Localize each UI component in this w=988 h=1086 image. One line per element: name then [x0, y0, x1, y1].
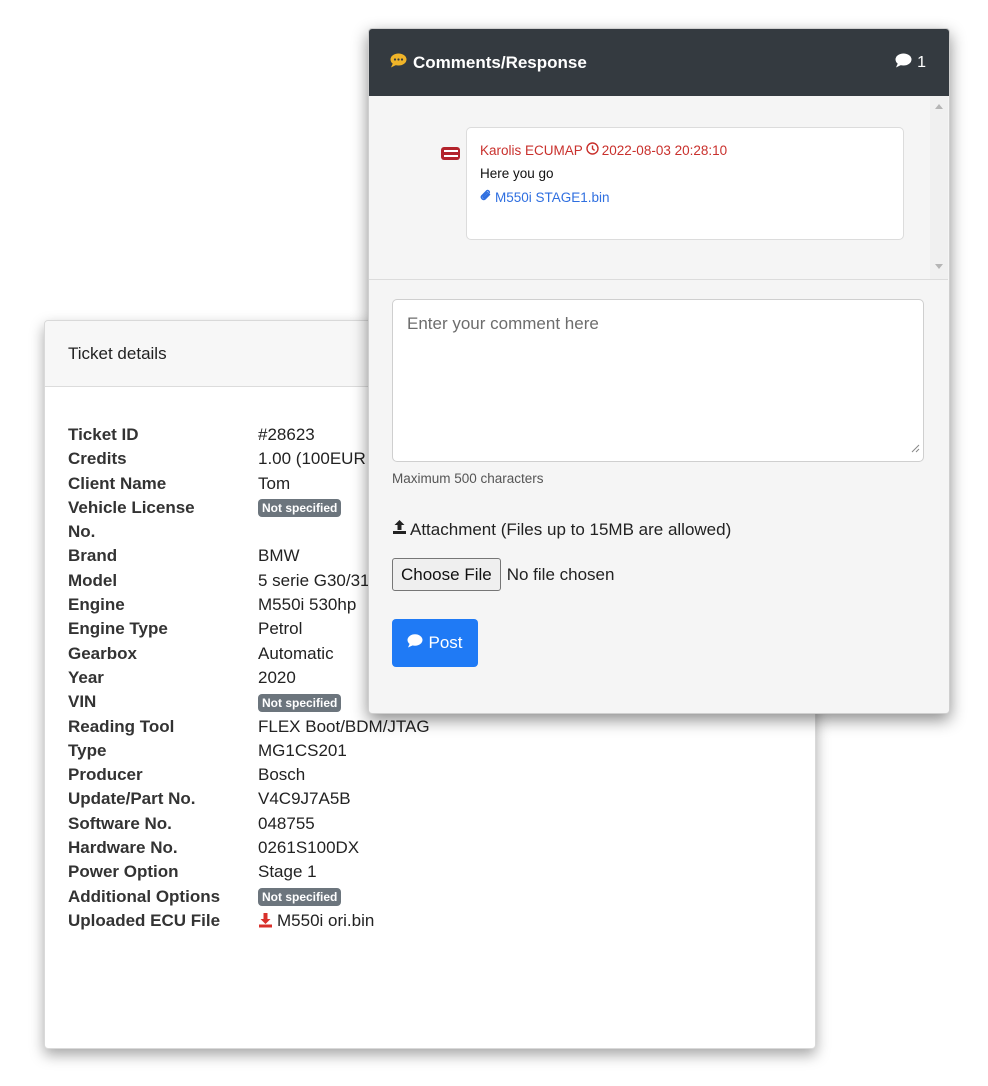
ticket-detail-label: Uploaded ECU File [68, 910, 221, 930]
paperclip-icon [480, 189, 492, 205]
download-icon [258, 911, 273, 935]
comment-attachment-name: M550i STAGE1.bin [495, 189, 610, 205]
ecumap-logo-icon [441, 147, 460, 165]
choose-file-button[interactable]: Choose File [392, 558, 501, 591]
ticket-detail-row: Update/Part No. V4C9J7A5B [68, 787, 805, 811]
file-input[interactable]: Choose File No file chosen [392, 558, 614, 591]
comment-attachment-link[interactable]: M550i STAGE1.bin [480, 189, 890, 205]
no-file-chosen-text: No file chosen [506, 564, 615, 584]
post-button[interactable]: Post [392, 619, 478, 667]
comment-text: Here you go [480, 166, 554, 181]
ticket-detail-value: MG1CS201 [258, 740, 347, 760]
ticket-detail-row: Reading Tool FLEX Boot/BDM/JTAG [68, 715, 805, 739]
comment-meta: Karolis ECUMAP 2022-08-03 20:28:10 [480, 142, 890, 158]
ticket-detail-label: Type [68, 740, 107, 760]
ticket-detail-value: M550i 530hp [258, 595, 357, 615]
ticket-detail-value: 0261S100DX [258, 838, 360, 858]
ticket-detail-value: Stage 1 [258, 862, 317, 882]
comments-title: Comments/Response [413, 52, 587, 72]
ticket-detail-label: Power Option [68, 862, 179, 882]
ticket-detail-value: 2020 [258, 667, 296, 687]
ticket-detail-label: Engine [68, 595, 125, 615]
ticket-detail-label: VIN [68, 692, 97, 712]
ticket-detail-label: Ticket ID [68, 425, 139, 444]
thread-scrollbar[interactable] [930, 96, 948, 279]
comment-author: Karolis ECUMAP [480, 142, 583, 158]
ticket-detail-value: 5 serie G30/31 [258, 570, 370, 590]
status-badge: Not specified [258, 888, 342, 907]
ticket-detail-label: Additional Options [68, 886, 221, 906]
comment-input-placeholder: Enter your comment here [407, 314, 599, 333]
not-specified-badge: Not specified [258, 690, 342, 714]
ticket-detail-label: Vehicle License No. [68, 497, 195, 542]
ticket-detail-label: Credits [68, 449, 127, 469]
clock-icon [586, 142, 599, 158]
comments-header: Comments/Response 1 [369, 29, 949, 96]
status-badge: Not specified [258, 499, 342, 518]
ticket-detail-label: Client Name [68, 473, 167, 493]
ticket-detail-value: FLEX Boot/BDM/JTAG [258, 716, 430, 736]
comment-bubble-icon [390, 53, 407, 73]
comments-panel: Comments/Response 1 Karolis ECUMAP 2022-… [368, 28, 950, 714]
ecu-file-download-link[interactable]: M550i ori.bin [258, 909, 374, 935]
ticket-detail-label: Reading Tool [68, 716, 175, 736]
ticket-detail-value: Tom [258, 473, 291, 493]
ticket-detail-label: Model [68, 570, 118, 590]
ticket-detail-value: 048755 [258, 813, 315, 833]
ticket-detail-value: Automatic [258, 643, 334, 663]
ticket-detail-value: #28623 [258, 425, 315, 444]
post-bubble-icon [407, 633, 423, 653]
ecu-file-name: M550i ori.bin [277, 910, 375, 930]
resize-grip-icon[interactable] [911, 438, 920, 458]
ticket-detail-label: Producer [68, 765, 143, 785]
status-badge: Not specified [258, 693, 342, 712]
comment-input[interactable]: Enter your comment here [392, 299, 924, 462]
ticket-detail-label: Gearbox [68, 643, 137, 663]
comment-timestamp: 2022-08-03 20:28:10 [601, 142, 728, 158]
comment-hint: Maximum 500 characters [392, 471, 544, 486]
ticket-detail-row: Software No. 048755 [68, 812, 805, 836]
ticket-detail-value: 1.00 (100EUR [258, 449, 366, 469]
attachment-label-text: Attachment (Files up to 15MB are allowed… [410, 519, 732, 539]
ticket-detail-row: Uploaded ECU File M550i ori.bin [68, 909, 805, 935]
comment-thread[interactable]: Karolis ECUMAP 2022-08-03 20:28:10 Here … [369, 96, 948, 280]
comment-message: Karolis ECUMAP 2022-08-03 20:28:10 Here … [466, 127, 904, 240]
scroll-down-icon[interactable] [935, 264, 943, 269]
ticket-detail-value: V4C9J7A5B [258, 789, 351, 809]
ticket-detail-label: Engine Type [68, 619, 168, 639]
ticket-details-title: Ticket details [68, 343, 167, 363]
ticket-detail-label: Brand [68, 546, 118, 566]
comment-count: 1 [917, 53, 926, 71]
ticket-detail-value: Petrol [258, 619, 303, 639]
ticket-detail-row: Type MG1CS201 [68, 739, 805, 763]
post-button-label: Post [428, 633, 463, 652]
ticket-detail-label: Software No. [68, 813, 172, 833]
ticket-detail-row: Hardware No. 0261S100DX [68, 836, 805, 860]
not-specified-badge: Not specified [258, 885, 342, 909]
scroll-up-icon[interactable] [935, 104, 943, 109]
not-specified-badge: Not specified [258, 496, 342, 520]
ticket-detail-value: BMW [258, 546, 300, 566]
upload-icon [392, 519, 407, 540]
comment-count-icon [895, 53, 912, 73]
ticket-detail-value: Bosch [258, 765, 306, 785]
ticket-detail-row: Power Option Stage 1 [68, 860, 805, 884]
ticket-detail-label: Year [68, 667, 104, 687]
ticket-detail-label: Update/Part No. [68, 789, 196, 809]
ticket-detail-row: Additional Options Not specified [68, 885, 805, 909]
ticket-detail-row: Producer Bosch [68, 763, 805, 787]
ticket-detail-label: Hardware No. [68, 838, 178, 858]
attachment-label: Attachment (Files up to 15MB are allowed… [392, 519, 731, 540]
